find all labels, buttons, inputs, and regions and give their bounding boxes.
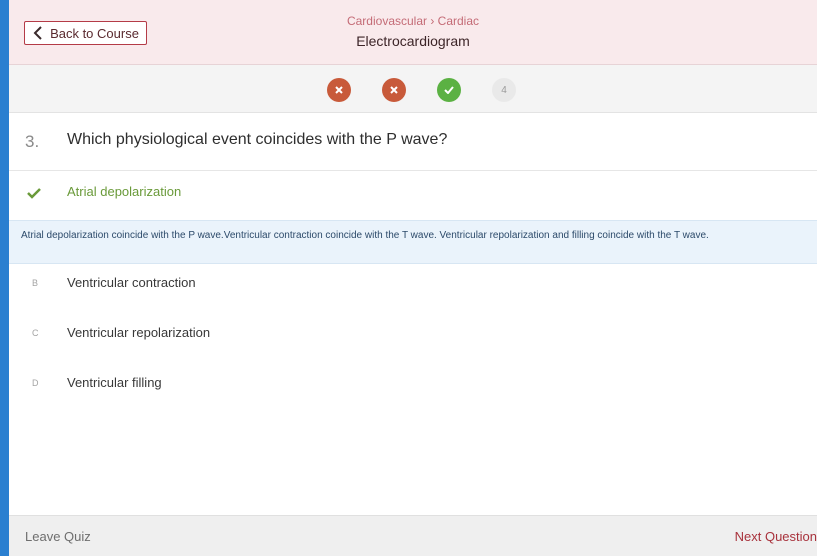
next-question-button[interactable]: Next Question bbox=[735, 529, 817, 544]
correct-answer-label: Atrial depolarization bbox=[67, 184, 182, 199]
header: Back to Course Cardiovascular › Cardiac … bbox=[9, 0, 817, 65]
correct-answer-option[interactable]: Atrial depolarization bbox=[9, 171, 817, 220]
option-letter: B bbox=[32, 278, 39, 288]
option-d[interactable]: D Ventricular filling bbox=[9, 365, 817, 405]
question: 3. Which physiological event coincides w… bbox=[9, 113, 817, 171]
option-label: Ventricular filling bbox=[67, 375, 162, 390]
breadcrumb[interactable]: Cardiovascular › Cardiac bbox=[9, 14, 817, 28]
question-number: 3. bbox=[25, 132, 40, 151]
option-letter: D bbox=[32, 378, 39, 388]
option-b[interactable]: B Ventricular contraction bbox=[9, 265, 817, 305]
progress-dot-4-pending[interactable]: 4 bbox=[492, 78, 516, 102]
page-title: Electrocardiogram bbox=[356, 33, 470, 49]
option-letter: C bbox=[32, 328, 39, 338]
quiz-app: Back to Course Cardiovascular › Cardiac … bbox=[9, 0, 817, 556]
question-progress: 4 bbox=[9, 65, 817, 113]
check-icon bbox=[444, 86, 454, 94]
option-label: Ventricular repolarization bbox=[67, 325, 211, 340]
leave-quiz-button[interactable]: Leave Quiz bbox=[25, 529, 91, 544]
x-icon bbox=[335, 86, 343, 94]
footer: Leave Quiz Next Question bbox=[9, 515, 817, 556]
progress-dot-3-correct[interactable] bbox=[437, 78, 461, 102]
option-label: Ventricular contraction bbox=[67, 275, 196, 290]
x-icon bbox=[390, 86, 398, 94]
option-c[interactable]: C Ventricular repolarization bbox=[9, 315, 817, 355]
question-text: Which physiological event coincides with… bbox=[67, 131, 448, 148]
check-icon bbox=[27, 188, 41, 199]
progress-dot-2-incorrect[interactable] bbox=[382, 78, 406, 102]
progress-dot-1-incorrect[interactable] bbox=[327, 78, 351, 102]
answer-explanation: Atrial depolarization coincide with the … bbox=[9, 220, 817, 264]
